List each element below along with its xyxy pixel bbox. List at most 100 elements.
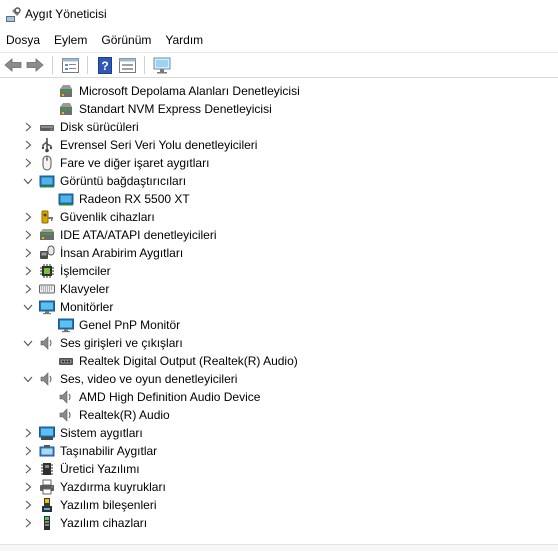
toolbar: ? [0,52,558,78]
monitor-scan-icon [153,57,171,73]
properties-icon [61,57,79,73]
tree-item-label: İnsan Arabirim Aygıtları [60,246,184,260]
tree-item-label: Monitörler [60,300,114,314]
tree-item-label: Yazdırma kuyrukları [60,480,166,494]
tree-item[interactable]: İşlemciler [0,262,558,280]
tree-item-label: Sistem aygıtları [60,426,143,440]
tree-item[interactable]: Evrensel Seri Veri Yolu denetleyicileri [0,136,558,154]
tree-item[interactable]: Klavyeler [0,280,558,298]
forward-icon [26,58,44,72]
chevron-right-icon[interactable] [23,283,33,295]
tree-item-label: İşlemciler [60,264,111,278]
usb-icon [39,137,55,153]
display-adapter-icon [58,191,74,207]
tree-item-label: Genel PnP Monitör [79,318,181,332]
horizontal-scrollbar[interactable] [0,544,558,551]
chevron-right-icon[interactable] [23,247,33,259]
system-device-icon [39,425,55,441]
back-icon [4,58,22,72]
software-component-icon [39,497,55,513]
chevron-down-icon[interactable] [23,373,33,385]
monitor-icon [58,317,74,333]
properties-button[interactable] [59,54,81,76]
device-manager-icon [6,7,21,22]
chevron-right-icon[interactable] [23,481,33,493]
tree-item[interactable]: Fare ve diğer işaret aygıtları [0,154,558,172]
processor-icon [39,263,55,279]
chevron-right-icon[interactable] [23,427,33,439]
menu-file[interactable]: Dosya [0,30,47,50]
speaker-icon [58,389,74,405]
scan-hardware-button[interactable] [151,54,173,76]
chevron-right-icon[interactable] [23,211,33,223]
tree-item[interactable]: Görüntü bağdaştırıcıları [0,172,558,190]
chevron-down-icon[interactable] [23,175,33,187]
tree-item[interactable]: Yazılım bileşenleri [0,496,558,514]
speaker-icon [39,371,55,387]
tree-item-label: Fare ve diğer işaret aygıtları [60,156,210,170]
tree-item-label: Yazılım bileşenleri [60,498,157,512]
chevron-right-icon[interactable] [23,517,33,529]
tree-item[interactable]: IDE ATA/ATAPI denetleyicileri [0,226,558,244]
menu-help[interactable]: Yardım [158,30,210,50]
tree-item[interactable]: Microsoft Depolama Alanları Denetleyicis… [0,82,558,100]
tree-item-label: Üretici Yazılımı [60,462,140,476]
tree-item[interactable]: Yazılım cihazları [0,514,558,532]
title-bar: Aygıt Yöneticisi [0,0,558,30]
tree-item-label: Ses girişleri ve çıkışları [60,336,183,350]
action-view-icon [118,57,136,73]
tree-item[interactable]: İnsan Arabirim Aygıtları [0,244,558,262]
speaker-icon [58,407,74,423]
tree-item-label: Evrensel Seri Veri Yolu denetleyicileri [60,138,258,152]
forward-button[interactable] [24,54,46,76]
menu-action[interactable]: Eylem [47,30,94,50]
ide-controller-icon [39,227,55,243]
tree-item[interactable]: Ses, video ve oyun denetleyicileri [0,370,558,388]
tree-item[interactable]: Realtek(R) Audio [0,406,558,424]
firmware-icon [39,461,55,477]
chevron-right-icon[interactable] [23,139,33,151]
help-button[interactable]: ? [94,54,116,76]
tree-item[interactable]: Taşınabilir Aygıtlar [0,442,558,460]
tree-item-label: Disk sürücüleri [60,120,139,134]
tree-item[interactable]: Radeon RX 5500 XT [0,190,558,208]
tree-item[interactable]: Üretici Yazılımı [0,460,558,478]
tree-item[interactable]: Monitörler [0,298,558,316]
tree-item-label: Microsoft Depolama Alanları Denetleyicis… [79,84,300,98]
chevron-down-icon[interactable] [23,301,33,313]
menu-view[interactable]: Görünüm [94,30,158,50]
tree-item-label: Ses, video ve oyun denetleyicileri [60,372,238,386]
chevron-right-icon[interactable] [23,499,33,511]
chevron-right-icon[interactable] [23,265,33,277]
chevron-right-icon[interactable] [23,157,33,169]
chevron-right-icon[interactable] [23,463,33,475]
tree-item-label: Görüntü bağdaştırıcıları [60,174,187,188]
action-view-button[interactable] [116,54,138,76]
hid-icon [39,245,55,261]
chevron-right-icon[interactable] [23,445,33,457]
tree-item-label: Realtek Digital Output (Realtek(R) Audio… [79,354,298,368]
tree-item-label: Güvenlik cihazları [60,210,155,224]
svg-text:?: ? [101,59,108,73]
storage-controller-icon [58,101,74,117]
audio-output-icon [58,353,74,369]
tree-item[interactable]: Güvenlik cihazları [0,208,558,226]
chevron-right-icon[interactable] [23,229,33,241]
window-title: Aygıt Yöneticisi [25,7,107,21]
back-button[interactable] [2,54,24,76]
tree-item[interactable]: Standart NVM Express Denetleyicisi [0,100,558,118]
storage-controller-icon [58,83,74,99]
keyboard-icon [39,281,55,297]
chevron-right-icon[interactable] [23,121,33,133]
tree-item[interactable]: Realtek Digital Output (Realtek(R) Audio… [0,352,558,370]
tree-item[interactable]: Sistem aygıtları [0,424,558,442]
menu-bar: Dosya Eylem Görünüm Yardım [0,30,558,50]
tree-item[interactable]: Ses girişleri ve çıkışları [0,334,558,352]
tree-item[interactable]: Genel PnP Monitör [0,316,558,334]
tree-item[interactable]: Yazdırma kuyrukları [0,478,558,496]
tree-item[interactable]: Disk sürücüleri [0,118,558,136]
tree-item[interactable]: AMD High Definition Audio Device [0,388,558,406]
security-key-icon [39,209,55,225]
chevron-down-icon[interactable] [23,337,33,349]
display-adapter-icon [39,173,55,189]
